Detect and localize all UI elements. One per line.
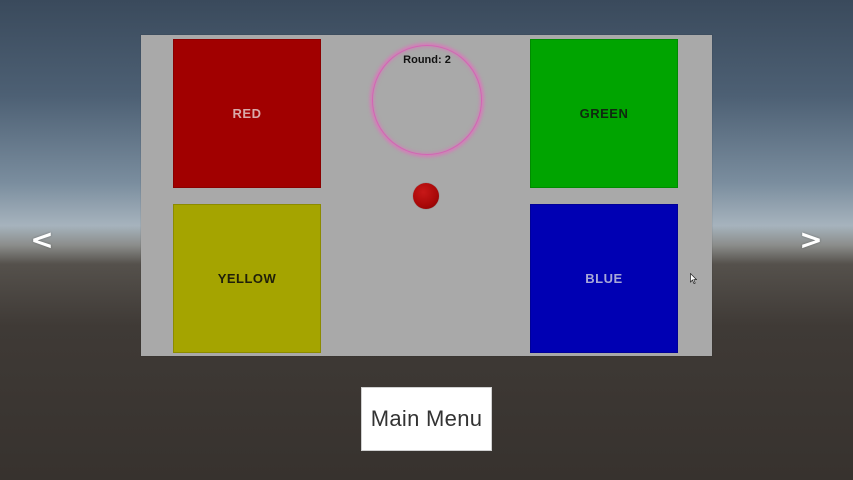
blue-pad-button[interactable]: BLUE	[530, 204, 678, 353]
green-pad-label: GREEN	[579, 106, 629, 121]
yellow-pad-label: YELLOW	[217, 271, 277, 286]
red-pad-button[interactable]: RED	[173, 39, 321, 188]
status-indicator-light	[413, 183, 439, 209]
red-pad-label: RED	[232, 106, 262, 121]
arrow-cursor-icon	[690, 273, 697, 284]
blue-pad-label: BLUE	[585, 271, 623, 286]
next-arrow-button[interactable]: >	[796, 222, 826, 258]
yellow-pad-button[interactable]: YELLOW	[173, 204, 321, 353]
game-board: RED GREEN YELLOW BLUE Round: 2	[141, 35, 712, 356]
round-counter: Round: 2	[403, 54, 451, 66]
previous-arrow-button[interactable]: <	[27, 222, 57, 258]
main-menu-label: Main Menu	[370, 406, 483, 431]
green-pad-button[interactable]: GREEN	[530, 39, 678, 188]
main-menu-button[interactable]: Main Menu	[361, 387, 492, 451]
